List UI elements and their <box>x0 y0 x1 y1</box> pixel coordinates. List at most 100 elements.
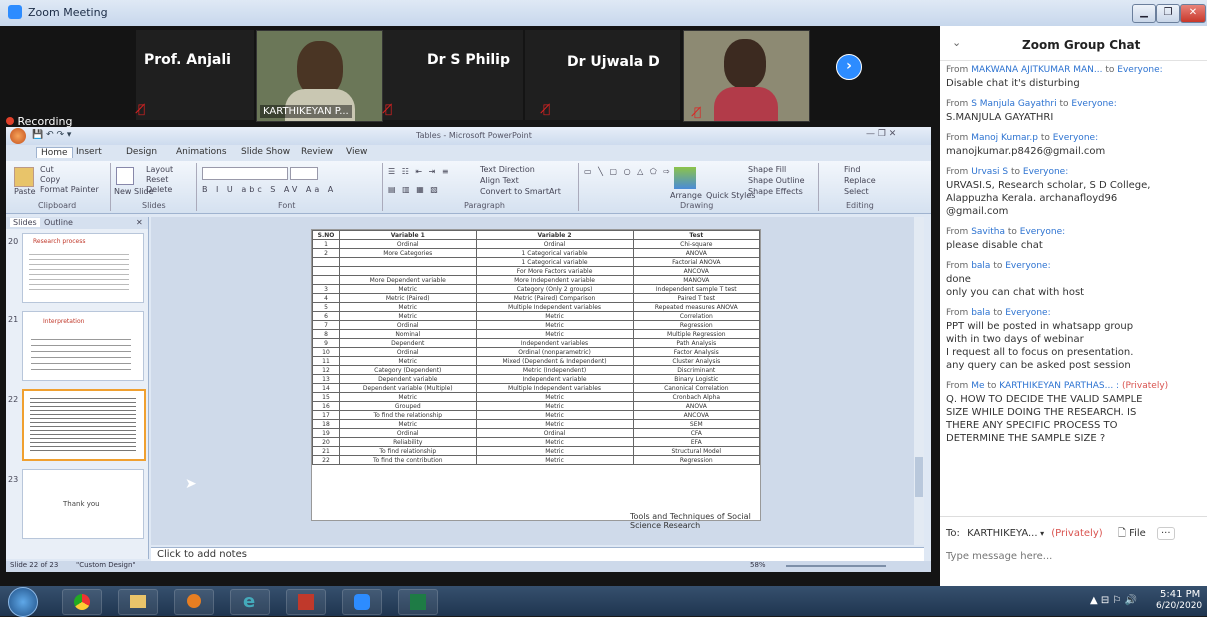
file-explorer-icon[interactable] <box>118 589 158 615</box>
copy-button[interactable]: Copy <box>40 175 60 184</box>
start-button-icon[interactable] <box>8 587 38 617</box>
replace-button[interactable]: Replace <box>844 176 876 185</box>
chat-message[interactable]: From S Manjula Gayathri to Everyone: S.MA… <box>946 98 1200 124</box>
arrange-button[interactable]: Arrange <box>670 191 702 200</box>
close-button[interactable]: ✕ <box>1180 4 1206 23</box>
reset-button[interactable]: Reset <box>146 175 168 184</box>
vertical-scrollbar[interactable] <box>914 217 924 545</box>
tab-insert[interactable]: Insert <box>76 147 102 157</box>
chat-message[interactable]: From MAKWANA AJITKUMAR MAN... to Everyon… <box>946 64 1200 90</box>
file-button[interactable]: File <box>1129 528 1146 539</box>
tab-animations[interactable]: Animations <box>176 147 227 157</box>
sender-name[interactable]: bala <box>971 308 990 318</box>
shapes-gallery[interactable]: ▭ ╲ ▢ ○ △ ⬠ ⇨ <box>584 167 672 176</box>
shape-fill-button[interactable]: Shape Fill <box>748 165 786 174</box>
chat-message[interactable]: From Urvasi S to Everyone: URVASI.S, Rese… <box>946 166 1200 218</box>
notes-pane[interactable]: Click to add notes <box>151 547 924 562</box>
font-name-dropdown[interactable] <box>202 167 288 180</box>
chrome-icon[interactable] <box>62 589 102 615</box>
tab-view[interactable]: View <box>346 147 367 157</box>
chat-message[interactable]: From Savitha to Everyone: please disable … <box>946 226 1200 252</box>
private-tag: (Privately) <box>1121 381 1169 391</box>
align-text-button[interactable]: Align Text <box>480 176 519 185</box>
tab-home[interactable]: Home <box>36 147 73 158</box>
delete-button[interactable]: Delete <box>146 185 172 194</box>
chat-message-text: please disable chat <box>946 240 1043 251</box>
list-buttons[interactable]: ☰ ☷ ⇤ ⇥ ≡ <box>388 167 451 176</box>
font-size-dropdown[interactable] <box>290 167 318 180</box>
table-cell: Ordinal <box>475 428 634 438</box>
layout-button[interactable]: Layout <box>146 165 173 174</box>
participant-tile[interactable]: Prof. Anjali 🎙̸ <box>136 30 254 120</box>
acrobat-icon[interactable] <box>286 589 326 615</box>
participant-tile-video[interactable]: 🎙̸ <box>683 30 810 122</box>
table-cell: Metric <box>475 455 634 465</box>
tab-slide-show[interactable]: Slide Show <box>241 147 290 157</box>
participant-tile[interactable]: Dr Ujwala D 🎙̸ <box>525 30 680 120</box>
zoom-taskbar-icon[interactable] <box>342 589 382 615</box>
participant-tile[interactable]: Dr S Philip 🎙̸ <box>383 30 523 120</box>
chevron-down-icon[interactable]: ⌄ <box>952 36 961 49</box>
close-pane-icon[interactable]: ✕ <box>136 218 143 227</box>
paste-button[interactable]: Paste <box>14 187 36 196</box>
chat-message-list[interactable]: From MAKWANA AJITKUMAR MAN... to Everyon… <box>940 64 1207 512</box>
convert-smartart-button[interactable]: Convert to SmartArt <box>480 187 561 196</box>
system-tray-icons[interactable]: ▲ ⊟ ⚐ 🔊 <box>1090 595 1137 606</box>
participant-tile-video[interactable]: KARTHIKEYAN P... <box>256 30 383 122</box>
current-slide[interactable]: S.NO Variable 1 Variable 2 Test 1 Ordinal… <box>311 229 761 530</box>
maximize-button[interactable]: ❐ <box>1156 4 1180 23</box>
font-format-buttons[interactable]: B I U abc S AV Aa A <box>202 185 336 194</box>
chat-message[interactable]: From Me to KARTHIKEYAN PARTHAS... : (Pri… <box>946 380 1200 445</box>
media-player-icon[interactable] <box>174 589 214 615</box>
find-button[interactable]: Find <box>844 165 860 174</box>
tab-slides[interactable]: Slides <box>10 218 40 227</box>
file-icon[interactable]: 🗋 <box>1118 528 1126 539</box>
format-painter-button[interactable]: Format Painter <box>40 185 99 194</box>
paragraph-label: Paragraph <box>464 201 505 210</box>
sender-name[interactable]: Me <box>971 381 984 391</box>
table-cell: Metric (Independent) <box>475 365 634 375</box>
sender-name[interactable]: Manoj Kumar.p <box>971 133 1038 143</box>
chat-message[interactable]: From bala to Everyone: PPT will be posted… <box>946 307 1200 372</box>
ribbon-tabs: Home Insert Design Animations Slide Show… <box>6 145 931 161</box>
tab-review[interactable]: Review <box>301 147 333 157</box>
tab-outline[interactable]: Outline <box>44 218 73 227</box>
chat-message-text: S.MANJULA GAYATHRI <box>946 112 1054 123</box>
table-cell: 20 <box>312 437 340 447</box>
ppt-window-controls[interactable]: — ❐ ✕ <box>866 129 896 139</box>
chat-message-input[interactable] <box>944 546 1200 566</box>
tab-design[interactable]: Design <box>126 147 157 157</box>
table-cell: Reliability <box>339 437 477 447</box>
recipient-dropdown[interactable]: KARTHIKEYA... <box>967 528 1037 539</box>
shape-outline-button[interactable]: Shape Outline <box>748 176 805 185</box>
office-button-icon[interactable] <box>10 128 26 144</box>
sender-name[interactable]: Savitha <box>971 227 1005 237</box>
align-buttons[interactable]: ▤ ▥ ▦ ▧ <box>388 185 440 194</box>
excel-icon[interactable] <box>398 589 438 615</box>
table-cell: Metric <box>339 356 477 366</box>
slide-thumbnail[interactable]: Research process <box>22 233 144 303</box>
shape-effects-button[interactable]: Shape Effects <box>748 187 803 196</box>
scroll-thumb[interactable] <box>915 457 923 497</box>
more-options-button[interactable]: ··· <box>1157 527 1175 540</box>
chevron-down-icon[interactable]: ▾ <box>1038 529 1044 538</box>
chat-message[interactable]: From bala to Everyone: done only you can … <box>946 260 1200 299</box>
internet-explorer-icon[interactable]: e <box>230 589 270 615</box>
select-button[interactable]: Select <box>844 187 869 196</box>
quick-access-icons[interactable]: 💾 ↶ ↷ ▾ <box>32 130 71 140</box>
table-cell: Grouped <box>339 401 477 411</box>
text-direction-button[interactable]: Text Direction <box>480 165 535 174</box>
slide-thumbnail-selected[interactable] <box>22 389 146 461</box>
sender-name[interactable]: Urvasi S <box>971 167 1008 177</box>
sender-name[interactable]: S Manjula Gayathri <box>971 99 1056 109</box>
chat-message[interactable]: From Manoj Kumar.p to Everyone: manojkuma… <box>946 132 1200 158</box>
slide-thumbnail[interactable]: Interpretation <box>22 311 144 381</box>
sender-name[interactable]: bala <box>971 261 990 271</box>
minimize-button[interactable]: ▁ <box>1132 4 1156 23</box>
chat-message-header: From Me to KARTHIKEYAN PARTHAS... : (Pri… <box>946 381 1169 391</box>
sender-name[interactable]: MAKWANA AJITKUMAR MAN... <box>971 65 1102 75</box>
chevron-right-icon[interactable]: › <box>836 54 862 80</box>
cut-button[interactable]: Cut <box>40 165 54 174</box>
slide-thumbnail[interactable]: Thank you <box>22 469 144 539</box>
zoom-slider[interactable] <box>786 565 886 567</box>
